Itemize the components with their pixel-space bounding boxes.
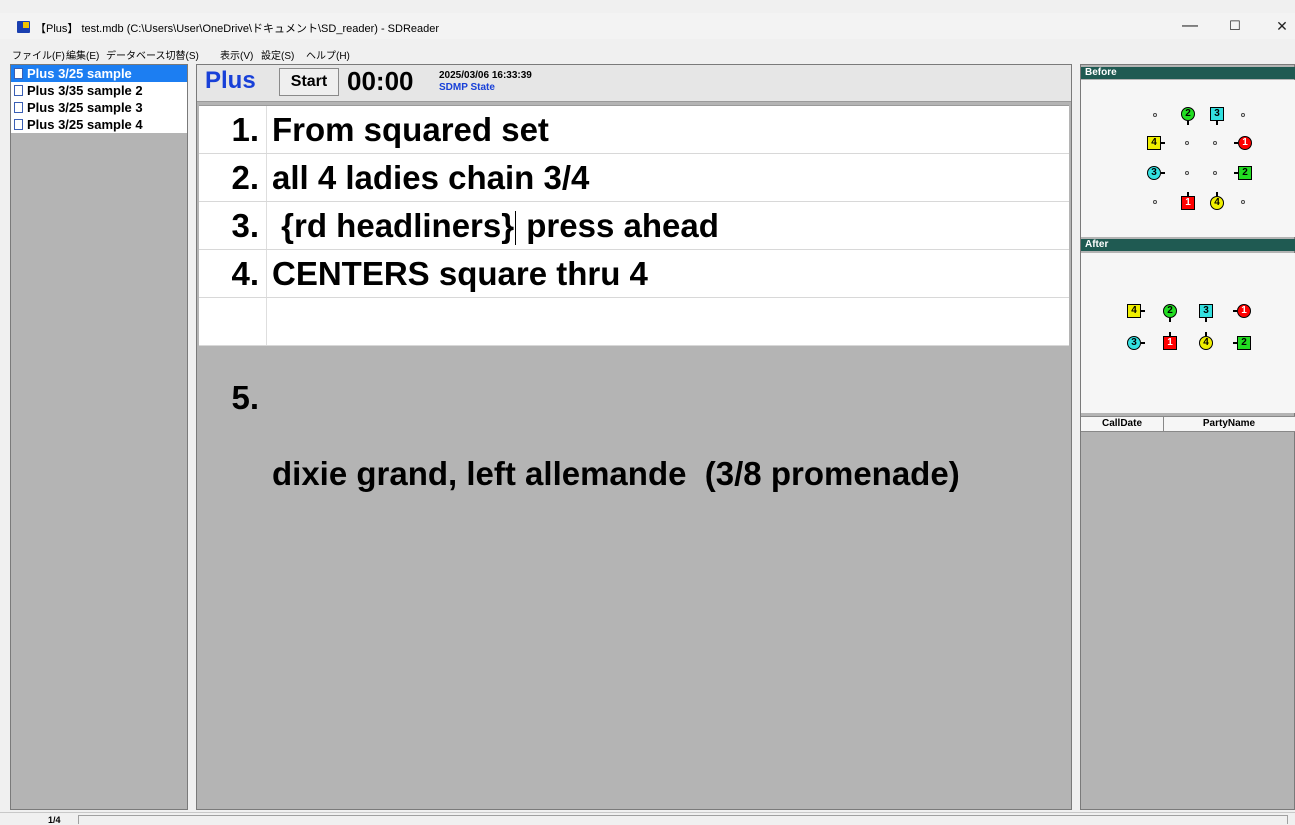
formation-panel: Before 2 3 4 1 3 2 1 4 After 4 2 3 1 3 1… (1080, 64, 1295, 810)
status-bar: 1/4 (0, 812, 1295, 825)
call-number: 2. (231, 159, 259, 196)
column-calldate[interactable]: CallDate (1081, 418, 1163, 429)
menu-file[interactable]: ファイル(F) (12, 47, 65, 62)
call-text: dixie grand, left allemande (3/8 promena… (272, 455, 960, 492)
call-text: From squared set (272, 111, 549, 148)
call-row[interactable]: 3. {rd headliners} press ahead (199, 202, 1069, 250)
menu-help[interactable]: ヘルプ(H) (306, 47, 350, 62)
call-text[interactable]: {rd headliners} press ahead (272, 202, 719, 249)
text-cursor (515, 211, 517, 246)
call-list[interactable]: 1. From squared set 2. all 4 ladies chai… (199, 105, 1069, 492)
sequence-item-label: Plus 3/25 sample 3 (27, 100, 143, 115)
sequence-item-label: Plus 3/25 sample (27, 66, 132, 81)
minimize-button[interactable]: — (1170, 15, 1210, 37)
call-number: 1. (231, 111, 259, 148)
dancer-girl-2: 2 (1163, 304, 1177, 318)
maximize-button[interactable]: ☐ (1215, 15, 1255, 37)
call-text-before-cursor: {rd headliners} (272, 207, 515, 244)
dancer-boy-3: 3 (1210, 107, 1224, 121)
dancer-girl-1: 1 (1238, 136, 1252, 150)
menu-settings[interactable]: 設定(S) (261, 47, 294, 62)
dancer-girl-4: 4 (1199, 336, 1213, 350)
dancer-girl-2: 2 (1181, 107, 1195, 121)
call-row[interactable]: 2. all 4 ladies chain 3/4 (199, 154, 1069, 202)
history-table-header: CallDate PartyName (1081, 416, 1295, 432)
menu-view[interactable]: 表示(V) (220, 47, 253, 62)
dancer-boy-3: 3 (1199, 304, 1213, 318)
document-icon (14, 119, 23, 130)
dancer-girl-1: 1 (1237, 304, 1251, 318)
title-bar: 【Plus】 test.mdb (C:\Users\User\OneDrive\… (0, 13, 1295, 39)
call-number: 4. (231, 255, 259, 292)
call-row[interactable]: 1. From squared set (199, 106, 1069, 154)
call-header: Plus Start 00:00 2025/03/06 16:33:39 SDM… (197, 65, 1071, 102)
timer-display: 00:00 (347, 66, 414, 96)
call-row[interactable]: 5. dixie grand, left allemande (3/8 prom… (199, 298, 1069, 492)
dancer-boy-2: 2 (1237, 336, 1251, 350)
sequence-item[interactable]: Plus 3/25 sample 4 (11, 116, 187, 133)
level-label: Plus (205, 67, 256, 94)
close-button[interactable]: ✕ (1262, 15, 1295, 37)
window-title: 【Plus】 test.mdb (C:\Users\User\OneDrive\… (35, 23, 440, 35)
app-icon (17, 21, 30, 33)
dancer-girl-3: 3 (1127, 336, 1141, 350)
datetime-label: 2025/03/06 16:33:39 (439, 70, 532, 81)
dancer-boy-2: 2 (1238, 166, 1252, 180)
after-header: After (1081, 239, 1295, 251)
call-text-after-cursor: press ahead (517, 207, 719, 244)
call-number: 5. (231, 379, 259, 416)
before-header: Before (1081, 67, 1295, 79)
menu-database-switch[interactable]: データベース切替(S) (106, 47, 199, 62)
sequence-item[interactable]: Plus 3/25 sample (11, 65, 187, 82)
call-number: 3. (231, 207, 259, 244)
sdmp-state-label: SDMP State (439, 82, 495, 93)
dancer-boy-4: 4 (1147, 136, 1161, 150)
call-text: all 4 ladies chain 3/4 (272, 159, 590, 196)
sequence-item[interactable]: Plus 3/25 sample 3 (11, 99, 187, 116)
menu-edit[interactable]: 編集(E) (66, 47, 99, 62)
call-text: CENTERS square thru 4 (272, 255, 648, 292)
column-partyname[interactable]: PartyName (1164, 418, 1294, 429)
document-icon (14, 102, 23, 113)
sequence-list[interactable]: Plus 3/25 sample Plus 3/35 sample 2 Plus… (10, 64, 188, 810)
sequence-item-label: Plus 3/25 sample 4 (27, 117, 143, 132)
document-icon (14, 68, 23, 79)
call-panel: Plus Start 00:00 2025/03/06 16:33:39 SDM… (196, 64, 1072, 810)
start-button[interactable]: Start (279, 68, 339, 96)
call-row[interactable]: 4. CENTERS square thru 4 (199, 250, 1069, 298)
document-icon (14, 85, 23, 96)
dancer-girl-4: 4 (1210, 196, 1224, 210)
sequence-item[interactable]: Plus 3/35 sample 2 (11, 82, 187, 99)
page-indicator: 1/4 (48, 815, 61, 825)
dancer-boy-4: 4 (1127, 304, 1141, 318)
dancer-boy-1: 1 (1181, 196, 1195, 210)
dancer-boy-1: 1 (1163, 336, 1177, 350)
sequence-item-label: Plus 3/35 sample 2 (27, 83, 143, 98)
dancer-girl-3: 3 (1147, 166, 1161, 180)
before-formation: 2 3 4 1 3 2 1 4 (1081, 80, 1295, 237)
after-formation: 4 2 3 1 3 1 4 2 (1081, 253, 1295, 413)
menu-bar: ファイル(F) 編集(E) データベース切替(S) 表示(V) 設定(S) ヘル… (0, 42, 1295, 62)
